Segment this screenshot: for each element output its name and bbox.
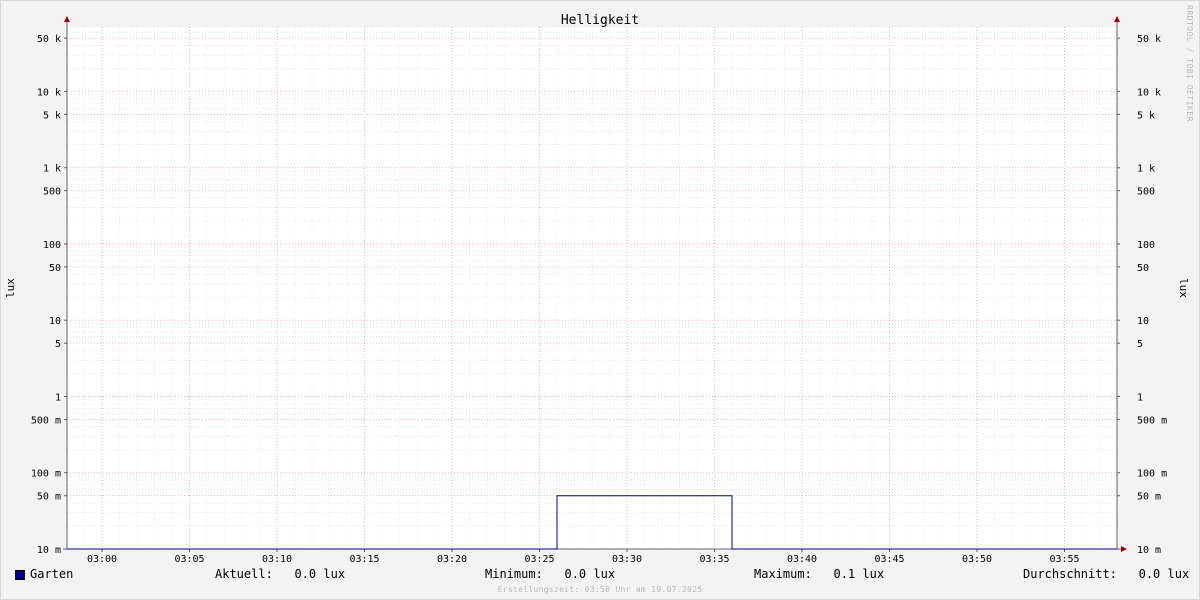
legend-current: Aktuell: 0.0 lux (215, 567, 346, 581)
y-tick-label-left: 100 m (31, 469, 61, 480)
y-axis-arrow-right (1114, 16, 1120, 22)
chart: 50 k 50 k10 k 10 k5 k5 k1 k1 k500 500100 100… (4, 13, 1190, 565)
y-tick-label-right: 100 m (1137, 469, 1167, 480)
legend-minimum: Minimum: 0.0 lux (485, 567, 616, 581)
y-tick-label-right: 100 (1137, 240, 1155, 251)
y-tick-label-left: 5 (55, 339, 61, 350)
y-tick-label-right: 10 (1137, 316, 1149, 327)
x-tick-label: 03:30 (612, 554, 642, 565)
y-tick-label-right: 50 m (1137, 492, 1161, 503)
y-axis-arrow-left (64, 16, 70, 22)
x-tick-label: 03:00 (87, 554, 117, 565)
y-tick-label-right: 10 m (1137, 545, 1161, 556)
x-tick-label: 03:50 (962, 554, 992, 565)
legend-maximum: Maximum: 0.1 lux (754, 567, 885, 581)
y-tick-label-left: 5 k (43, 110, 61, 121)
y-tick-label-left: 10 (49, 316, 61, 327)
y-tick-label-right: 500 m (1137, 415, 1167, 426)
y-tick-label-left: 50 k (37, 34, 61, 45)
y-tick-label-right: 50 k (1137, 34, 1161, 45)
x-tick-label: 03:10 (262, 554, 292, 565)
x-tick-label: 03:25 (524, 554, 554, 565)
x-tick-label: 03:35 (699, 554, 729, 565)
x-tick-label: 03:15 (349, 554, 379, 565)
y-tick-label-right: 10 k (1137, 87, 1161, 98)
y-tick-label-left: 10 k (37, 87, 61, 98)
y-tick-label-right: 50 (1137, 263, 1149, 274)
y-tick-label-left: 500 (43, 187, 61, 198)
y-tick-label-left: 1 k (43, 164, 61, 175)
y-tick-label-left: 100 (43, 240, 61, 251)
x-axis-arrow (1121, 546, 1127, 552)
y-tick-label-left: 1 (55, 392, 61, 403)
x-tick-label: 03:20 (437, 554, 467, 565)
footer-timestamp: Erstellungszeit: 03:58 Uhr am 19.07.2025 (497, 585, 703, 594)
y-tick-label-left: 10 m (37, 545, 61, 556)
legend-series-name: Garten (30, 567, 74, 581)
y-tick-label-right: 500 (1137, 187, 1155, 198)
x-tick-label: 03:05 (174, 554, 204, 565)
y-axis-label-right: lux (1177, 278, 1190, 298)
y-tick-label-right: 1 (1137, 392, 1143, 403)
x-tick-label: 03:40 (787, 554, 817, 565)
legend-swatch-garten (15, 570, 25, 580)
y-tick-label-left: 50 (49, 263, 61, 274)
watermark: RRDTOOL / TOBI OETIKER (1185, 5, 1194, 122)
chart-title: Helligkeit (561, 13, 639, 28)
y-tick-label-right: 5 k (1137, 110, 1155, 121)
legend: Garten Aktuell: 0.0 lux Minimum: 0.0 lux… (0, 567, 1200, 585)
y-axis-label-left: lux (4, 278, 17, 298)
legend-average: Durchschnitt: 0.0 lux (1023, 567, 1190, 581)
y-tick-label-left: 50 m (37, 492, 61, 503)
x-tick-label: 03:45 (874, 554, 904, 565)
x-tick-label: 03:55 (1049, 554, 1079, 565)
y-tick-label-right: 5 (1137, 339, 1143, 350)
y-tick-label-left: 500 m (31, 415, 61, 426)
y-tick-label-right: 1 k (1137, 164, 1155, 175)
